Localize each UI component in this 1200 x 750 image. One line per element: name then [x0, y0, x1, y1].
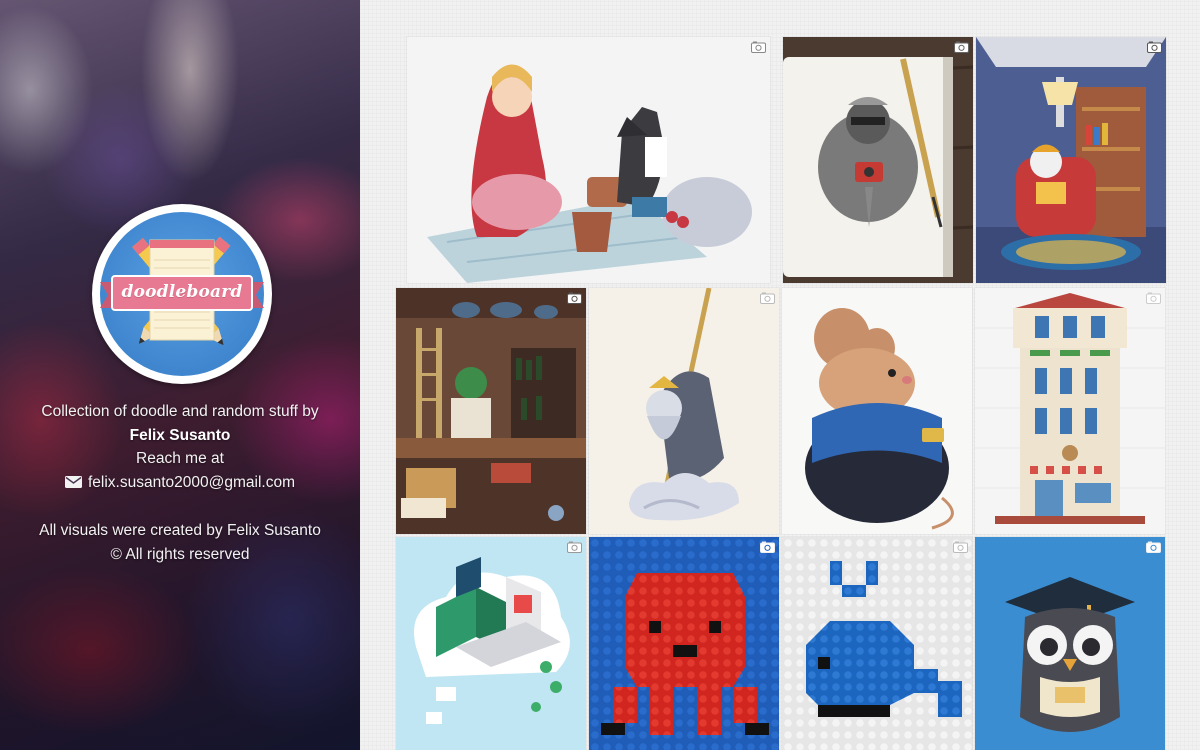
- camera-icon: [1147, 41, 1162, 53]
- camera-icon: [567, 541, 582, 553]
- camera-icon: [567, 292, 582, 304]
- picnic-illustration: [427, 64, 752, 283]
- isometric-city-illustration: [396, 537, 586, 750]
- reach-text: Reach me at: [136, 450, 224, 467]
- wizard-illustration: [589, 288, 779, 534]
- about-section: Collection of doodle and random stuff by…: [0, 400, 360, 566]
- camera-icon: [1146, 541, 1161, 553]
- lego-octopus-illustration: [589, 537, 779, 750]
- envelope-icon: [64, 476, 82, 489]
- gallery-item-lego-whale[interactable]: [782, 537, 972, 750]
- gallery-item-townhouse[interactable]: [975, 288, 1165, 534]
- camera-icon: [760, 292, 775, 304]
- gallery-item-lego-octopus[interactable]: [589, 537, 779, 750]
- lego-whale-illustration: [782, 537, 972, 750]
- mouse-illustration: [782, 288, 972, 534]
- gallery-item-isometric-city[interactable]: [396, 537, 586, 750]
- camera-icon: [1146, 292, 1161, 304]
- gallery-item-reading-room[interactable]: [976, 37, 1166, 283]
- camera-icon: [954, 41, 969, 53]
- gallery-item-mouse[interactable]: [782, 288, 972, 534]
- gallery-item-gorilla[interactable]: [783, 37, 973, 283]
- sidebar: doodleboard Collection of doodle and ran…: [0, 0, 360, 750]
- gallery-item-wizard[interactable]: [589, 288, 779, 534]
- gorilla-illustration: [783, 37, 973, 283]
- gallery-item-red-riding-hood[interactable]: [407, 37, 770, 283]
- rights-text: © All rights reserved: [110, 545, 250, 563]
- doodleboard-logo[interactable]: doodleboard: [92, 204, 272, 384]
- frog-shop-illustration: [396, 288, 586, 534]
- gallery-item-frog-shop[interactable]: [396, 288, 586, 534]
- email-link[interactable]: felix.susanto2000@gmail.com: [64, 471, 295, 495]
- tagline: Collection of doodle and random stuff by: [41, 403, 319, 420]
- camera-icon: [751, 41, 766, 53]
- townhouse-illustration: [975, 288, 1165, 534]
- email-address: felix.susanto2000@gmail.com: [87, 473, 295, 491]
- reading-room-illustration: [976, 37, 1166, 283]
- gallery-item-graduate-owl[interactable]: [975, 537, 1165, 750]
- credit-text: All visuals were created by Felix Susant…: [39, 522, 321, 540]
- gallery-grid: [360, 0, 1200, 750]
- logo-wordmark: doodleboard: [121, 282, 243, 302]
- graduate-owl-illustration: [975, 537, 1165, 750]
- camera-icon: [953, 541, 968, 553]
- author-name: Felix Susanto: [129, 426, 231, 444]
- camera-icon: [760, 541, 775, 553]
